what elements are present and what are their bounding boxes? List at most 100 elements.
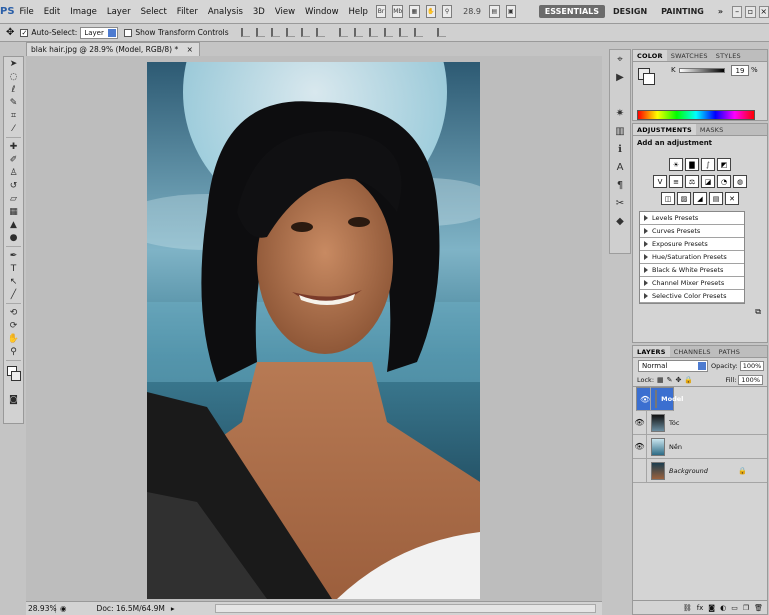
vibrance-icon[interactable]: V (653, 175, 667, 188)
document-tab[interactable]: blak hair.jpg @ 28.9% (Model, RGB/8) * × (26, 42, 200, 56)
horizontal-scrollbar[interactable] (214, 604, 596, 613)
channel-mixer-icon[interactable]: ◍ (733, 175, 747, 188)
menu-edit[interactable]: Edit (39, 0, 65, 24)
view-extras-icon[interactable]: ▦ (409, 5, 420, 18)
align-right-icon[interactable] (315, 28, 325, 37)
type-tool-icon[interactable]: T (4, 262, 23, 275)
info-icon[interactable]: ℹ (610, 140, 630, 158)
eye-icon[interactable]: 👁 (640, 387, 652, 411)
align-bottom-icon[interactable] (270, 28, 280, 37)
arrange-documents-icon[interactable]: ▤ (489, 5, 500, 18)
brush-tool-icon[interactable]: ✐ (4, 153, 23, 166)
close-icon[interactable]: × (187, 45, 193, 54)
marquee-tool-icon[interactable]: ◌ (4, 70, 23, 83)
fill-field[interactable]: 100% (738, 374, 763, 385)
layer-row-toc[interactable]: 👁 Tóc (633, 410, 767, 435)
3d-rotate-tool-icon[interactable]: ⟲ (4, 306, 23, 319)
lock-all-icon[interactable]: 🔒 (684, 376, 693, 384)
workspace-painting[interactable]: PAINTING (655, 5, 710, 18)
selective-color-icon[interactable]: ✕ (725, 192, 739, 205)
zoom-status[interactable]: 28.93% (26, 604, 57, 613)
distribute-left-icon[interactable] (383, 28, 393, 37)
photo-filter-icon[interactable]: ◔ (717, 175, 731, 188)
align-horizontal-center-icon[interactable] (300, 28, 310, 37)
actions-icon[interactable]: ▶ (610, 68, 630, 86)
zoom-level-field[interactable]: 28.9 (463, 7, 486, 16)
layer-style-icon[interactable]: fx (697, 604, 704, 612)
blend-mode-dropdown[interactable]: Normal (638, 359, 708, 372)
tab-styles[interactable]: STYLES (712, 50, 745, 61)
menu-help[interactable]: Help (344, 0, 373, 24)
tab-channels[interactable]: CHANNELS (670, 346, 715, 357)
minimize-button[interactable]: – (732, 5, 743, 18)
tab-layers[interactable]: LAYERS (633, 346, 670, 357)
menu-image[interactable]: Image (65, 0, 102, 24)
lock-position-icon[interactable]: ✥ (676, 376, 682, 384)
menu-analysis[interactable]: Analysis (203, 0, 248, 24)
menu-window[interactable]: Window (300, 0, 344, 24)
workspace-more-button[interactable]: » (712, 5, 729, 18)
eye-icon[interactable]: 👁 (633, 410, 647, 435)
paragraph-icon[interactable]: ¶ (610, 176, 630, 194)
new-layer-icon[interactable]: ❐ (743, 604, 749, 612)
levels-icon[interactable]: ▇ (685, 158, 699, 171)
gradient-tool-icon[interactable]: ▦ (4, 205, 23, 218)
hand-tool-icon[interactable]: ✋ (4, 332, 23, 345)
histogram-icon[interactable]: ▥ (610, 122, 630, 140)
posterize-icon[interactable]: ▨ (677, 192, 691, 205)
path-selection-tool-icon[interactable]: ↖ (4, 275, 23, 288)
status-menu-arrow-icon[interactable]: ▸ (171, 604, 175, 613)
clip-to-layer-icon[interactable]: ⧉ (755, 307, 761, 316)
character-icon[interactable]: A (610, 158, 630, 176)
menu-file[interactable]: File (15, 0, 39, 24)
eye-hidden-slot[interactable] (633, 458, 647, 483)
new-group-icon[interactable]: ▭ (731, 604, 738, 612)
zoom-tool-icon[interactable]: ⚲ (4, 345, 23, 358)
align-top-icon[interactable] (240, 28, 250, 37)
clone-stamp-tool-icon[interactable]: ♙ (4, 166, 23, 179)
menu-view[interactable]: View (270, 0, 300, 24)
tab-color[interactable]: COLOR (633, 50, 667, 61)
quick-mask-icon[interactable]: ◙ (4, 393, 23, 406)
brightness-contrast-icon[interactable]: ☀ (669, 158, 683, 171)
bridge-icon[interactable]: Br (375, 5, 387, 18)
color-spectrum-ramp[interactable] (637, 110, 755, 120)
lock-pixels-icon[interactable]: ✎ (667, 376, 673, 384)
pen-tool-icon[interactable]: ✒ (4, 249, 23, 262)
blur-tool-icon[interactable]: ▲ (4, 218, 23, 231)
layer-row-model[interactable]: 👁 Model (636, 387, 683, 411)
list-item[interactable]: Channel Mixer Presets (640, 277, 744, 290)
auto-select-dropdown[interactable]: Layer (80, 26, 119, 39)
distribute-middle-icon[interactable] (398, 28, 408, 37)
move-tool-icon[interactable]: ✥ (6, 27, 14, 38)
document-image[interactable] (147, 62, 480, 599)
black-white-icon[interactable]: ◪ (701, 175, 715, 188)
hand-tool-icon[interactable]: ✋ (425, 5, 436, 18)
quick-select-tool-icon[interactable]: ✎ (4, 96, 23, 109)
lock-transparency-icon[interactable]: ▦ (657, 376, 664, 384)
menu-3d[interactable]: 3D (248, 0, 270, 24)
move-tool-icon[interactable]: ➤ (4, 57, 23, 70)
workspace-essentials[interactable]: ESSENTIALS (538, 5, 606, 18)
background-color-swatch[interactable] (643, 73, 655, 85)
list-item[interactable]: Curves Presets (640, 225, 744, 238)
list-item[interactable]: Levels Presets (640, 212, 744, 225)
list-item[interactable]: Selective Color Presets (640, 290, 744, 303)
close-button[interactable]: × (758, 5, 769, 18)
list-item[interactable]: Exposure Presets (640, 238, 744, 251)
distribute-top-icon[interactable] (338, 28, 348, 37)
shape-tool-icon[interactable]: ╱ (4, 288, 23, 301)
exposure-icon[interactable]: ◩ (717, 158, 731, 171)
align-vertical-center-icon[interactable] (255, 28, 265, 37)
delete-layer-icon[interactable]: 🗑 (754, 604, 763, 612)
lasso-tool-icon[interactable]: ℓ (4, 83, 23, 96)
gradient-map-icon[interactable]: ▤ (709, 192, 723, 205)
opacity-field[interactable]: 100% (739, 360, 765, 371)
tab-paths[interactable]: PATHS (715, 346, 744, 357)
3d-panel-icon[interactable]: ◆ (610, 212, 630, 230)
align-left-icon[interactable] (285, 28, 295, 37)
layer-row-nen[interactable]: 👁 Nền (633, 434, 767, 459)
eye-icon[interactable]: 👁 (633, 434, 647, 459)
layer-row-background[interactable]: Background 🔒 (633, 458, 767, 483)
restore-button[interactable]: ▫ (745, 5, 756, 18)
